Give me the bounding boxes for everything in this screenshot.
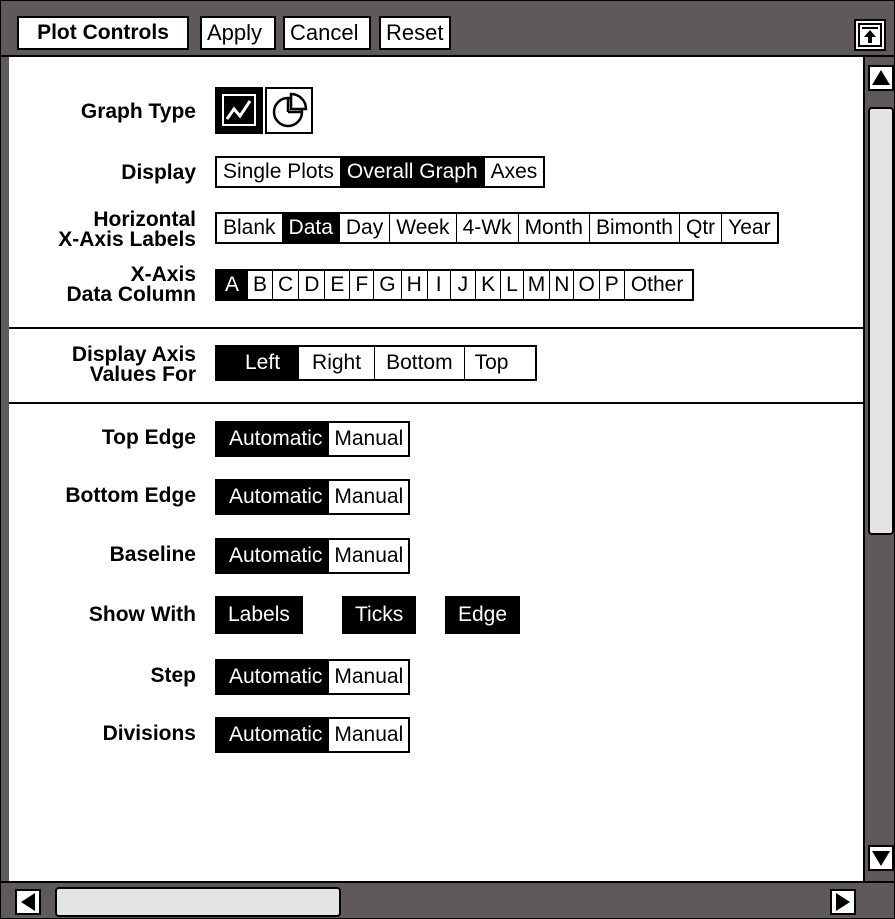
x-labels-option-qtr[interactable]: Qtr xyxy=(679,214,723,242)
column-option-c[interactable]: C xyxy=(273,271,300,299)
column-option-m[interactable]: M xyxy=(523,271,551,299)
section-divider xyxy=(9,402,863,404)
section-divider xyxy=(9,327,863,329)
x-labels-option-data[interactable]: Data xyxy=(282,214,340,242)
horizontal-scroll-thumb[interactable] xyxy=(55,887,341,917)
column-option-g[interactable]: G xyxy=(374,271,402,299)
display-axis-values-segmented: Left Right Bottom Top xyxy=(215,345,538,381)
axis-values-option-right[interactable]: Right xyxy=(299,347,376,379)
display-label: Display xyxy=(121,161,196,184)
vertical-scrollbar[interactable] xyxy=(863,57,894,881)
display-axis-values-label: Display Axis Values For xyxy=(71,343,196,386)
step-segmented: Automatic Manual xyxy=(215,659,411,695)
x-labels-option-year[interactable]: Year xyxy=(722,214,777,242)
axis-values-option-top[interactable]: Top xyxy=(464,347,536,379)
x-axis-labels-label: Horizontal X-Axis Labels xyxy=(58,208,196,251)
baseline-segmented: Automatic Manual xyxy=(215,538,411,574)
cancel-button[interactable]: Cancel xyxy=(283,16,371,50)
column-option-f[interactable]: F xyxy=(350,271,375,299)
bottom-edge-option-automatic[interactable]: Automatic xyxy=(217,481,330,513)
column-option-d[interactable]: D xyxy=(299,271,326,299)
axis-values-option-bottom[interactable]: Bottom xyxy=(375,347,465,379)
display-option-overall-graph[interactable]: Overall Graph xyxy=(340,158,485,186)
bottom-edge-label: Bottom Edge xyxy=(65,484,196,507)
column-option-a[interactable]: A xyxy=(217,271,249,299)
x-labels-option-week[interactable]: Week xyxy=(390,214,457,242)
column-option-j[interactable]: J xyxy=(450,271,477,299)
title-bar: Plot Controls Apply Cancel Reset xyxy=(1,1,894,57)
axis-values-option-left[interactable]: Left xyxy=(217,347,300,379)
top-edge-option-automatic[interactable]: Automatic xyxy=(217,423,330,455)
content-pane: Graph Type Display Single Plots Overall … xyxy=(9,57,863,881)
display-axis-values-label-line1: Display Axis xyxy=(71,343,196,366)
apply-button[interactable]: Apply xyxy=(200,16,276,50)
divisions-option-automatic[interactable]: Automatic xyxy=(217,719,330,751)
show-with-ticks-toggle[interactable]: Ticks xyxy=(342,596,417,634)
display-segmented: Single Plots Overall Graph Axes xyxy=(215,156,546,188)
column-option-p[interactable]: P xyxy=(599,271,625,299)
step-label: Step xyxy=(150,664,196,687)
top-edge-label: Top Edge xyxy=(101,426,196,449)
scroll-down-arrow-icon[interactable] xyxy=(868,845,894,871)
reset-button[interactable]: Reset xyxy=(379,16,451,50)
display-axis-values-label-line2: Values For xyxy=(89,363,196,386)
column-option-n[interactable]: N xyxy=(550,271,575,299)
column-option-other[interactable]: Other xyxy=(624,271,693,299)
show-with-label: Show With xyxy=(88,603,196,626)
window-menu-icon[interactable] xyxy=(854,19,886,51)
column-option-i[interactable]: I xyxy=(427,271,451,299)
display-option-single-plots[interactable]: Single Plots xyxy=(217,158,341,186)
graph-type-selector xyxy=(215,87,313,134)
column-option-h[interactable]: H xyxy=(401,271,428,299)
scroll-right-arrow-icon[interactable] xyxy=(830,889,856,915)
x-axis-column-label: X-Axis Data Column xyxy=(66,263,196,306)
x-axis-labels-label-line2: X-Axis Labels xyxy=(58,228,196,251)
x-labels-option-bimonth[interactable]: Bimonth xyxy=(589,214,680,242)
column-option-l[interactable]: L xyxy=(501,271,524,299)
show-with-labels-toggle[interactable]: Labels xyxy=(215,596,303,634)
display-option-axes[interactable]: Axes xyxy=(484,158,544,186)
window-title[interactable]: Plot Controls xyxy=(17,16,189,50)
x-axis-labels-segmented: Blank Data Day Week 4-Wk Month Bimonth Q… xyxy=(215,212,779,244)
x-axis-column-label-line2: Data Column xyxy=(66,283,196,306)
line-chart-icon[interactable] xyxy=(215,87,263,134)
step-option-manual[interactable]: Manual xyxy=(329,661,409,693)
column-option-b[interactable]: B xyxy=(248,271,274,299)
x-labels-option-day[interactable]: Day xyxy=(339,214,391,242)
top-edge-segmented: Automatic Manual xyxy=(215,421,411,457)
step-option-automatic[interactable]: Automatic xyxy=(217,661,330,693)
scroll-left-arrow-icon[interactable] xyxy=(15,889,41,915)
x-axis-column-segmented: A B C D E F G H I J K L M N O P Other xyxy=(215,269,695,301)
baseline-option-automatic[interactable]: Automatic xyxy=(217,540,330,572)
graph-type-label: Graph Type xyxy=(80,100,196,123)
baseline-label: Baseline xyxy=(109,543,196,566)
x-labels-option-month[interactable]: Month xyxy=(518,214,590,242)
x-axis-column-label-line1: X-Axis xyxy=(130,263,196,286)
x-labels-option-blank[interactable]: Blank xyxy=(217,214,283,242)
x-axis-labels-label-line1: Horizontal xyxy=(93,208,196,231)
horizontal-scrollbar[interactable] xyxy=(1,881,894,918)
top-edge-option-manual[interactable]: Manual xyxy=(329,423,409,455)
column-option-e[interactable]: E xyxy=(325,271,351,299)
plot-controls-window: Plot Controls Apply Cancel Reset Graph T… xyxy=(0,0,895,919)
vertical-scroll-thumb[interactable] xyxy=(868,107,894,535)
divisions-option-manual[interactable]: Manual xyxy=(329,719,409,751)
divisions-label: Divisions xyxy=(102,722,196,745)
baseline-option-manual[interactable]: Manual xyxy=(329,540,409,572)
scroll-up-arrow-icon[interactable] xyxy=(868,65,894,91)
column-option-o[interactable]: O xyxy=(574,271,600,299)
bottom-edge-option-manual[interactable]: Manual xyxy=(329,481,409,513)
show-with-edge-toggle[interactable]: Edge xyxy=(445,596,521,634)
column-option-k[interactable]: K xyxy=(476,271,502,299)
bottom-edge-segmented: Automatic Manual xyxy=(215,479,411,515)
divisions-segmented: Automatic Manual xyxy=(215,717,411,753)
x-labels-option-4-wk[interactable]: 4-Wk xyxy=(456,214,519,242)
pie-chart-icon[interactable] xyxy=(265,87,313,134)
